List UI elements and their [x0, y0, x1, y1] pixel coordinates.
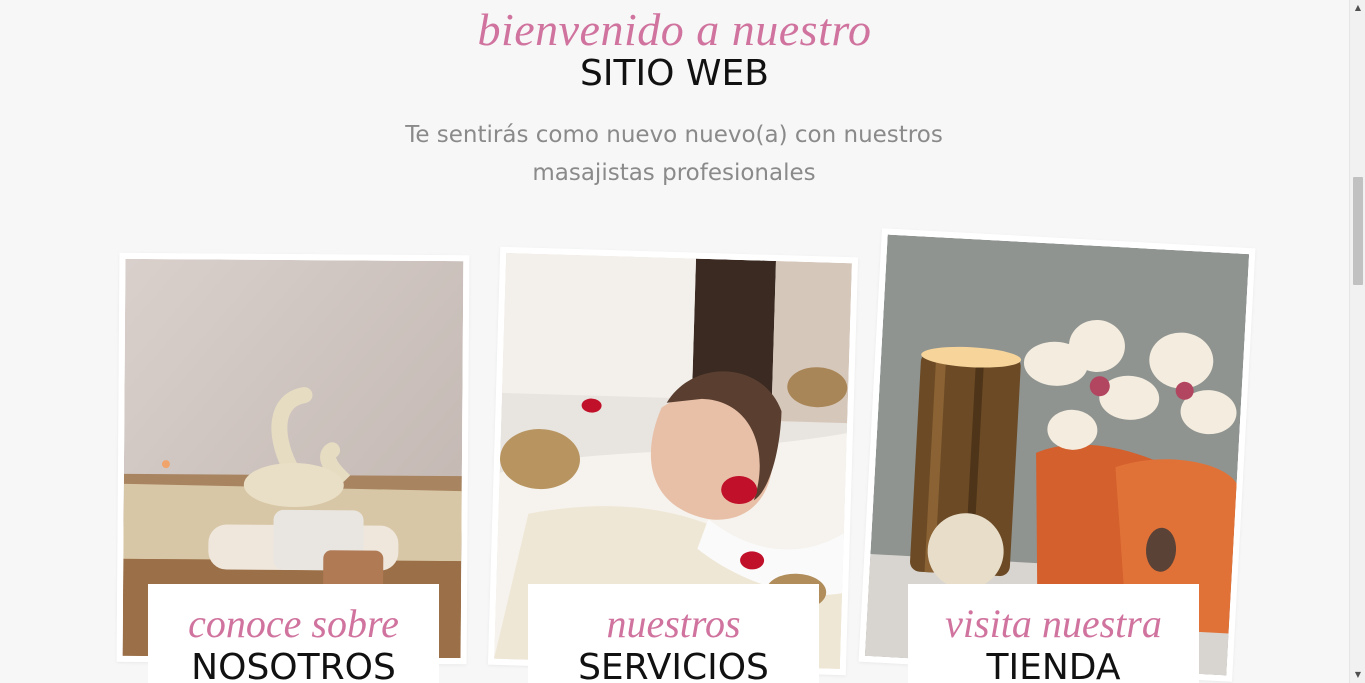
nosotros-script: conoce sobre	[188, 601, 399, 646]
nosotros-label[interactable]: conoce sobre NOSOTROS	[148, 584, 439, 683]
welcome-heading: SITIO WEB	[580, 53, 769, 94]
page: bienvenido a nuestro SITIO WEB Te sentir…	[0, 0, 1349, 683]
tienda-heading: TIENDA	[986, 647, 1121, 683]
servicios-heading: SERVICIOS	[578, 647, 769, 683]
nosotros-heading: NOSOTROS	[191, 647, 396, 683]
tienda-script: visita nuestra	[945, 601, 1162, 646]
welcome-subtitle: Te sentirás como nuevo nuevo(a) con nues…	[405, 122, 943, 186]
servicios-label[interactable]: nuestros SERVICIOS	[528, 584, 819, 683]
tienda-label[interactable]: visita nuestra TIENDA	[908, 584, 1199, 683]
servicios-script: nuestros	[606, 601, 741, 646]
arrow-up-icon[interactable]: ▲	[1350, 0, 1365, 16]
scrollbar-thumb[interactable]	[1353, 177, 1363, 285]
vertical-scrollbar[interactable]: ▲ ▼	[1349, 0, 1365, 683]
welcome-script-title: bienvenido a nuestro	[477, 4, 872, 55]
arrow-down-icon[interactable]: ▼	[1350, 667, 1365, 683]
